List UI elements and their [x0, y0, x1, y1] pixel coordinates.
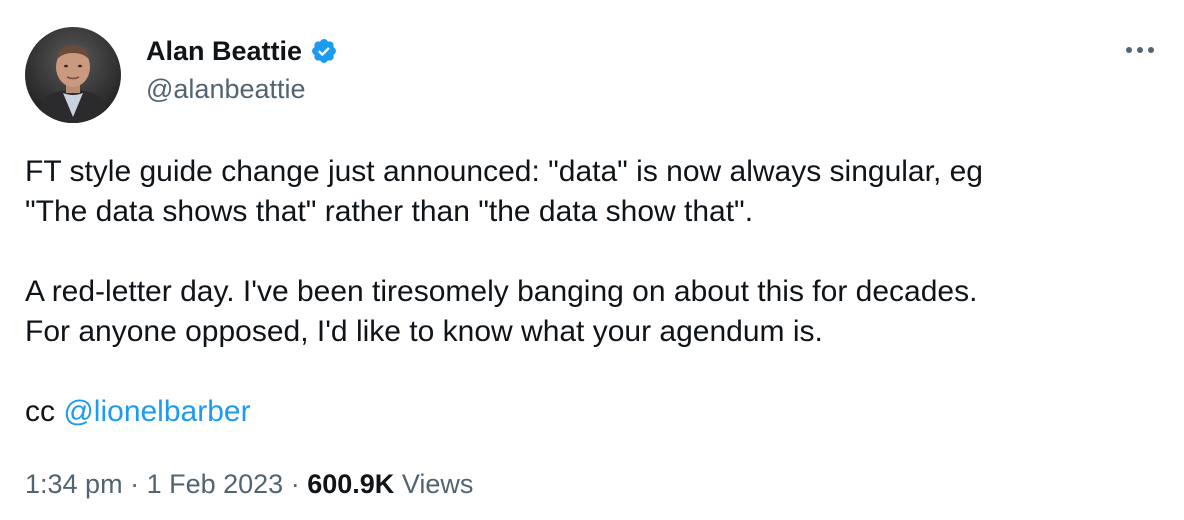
views-count[interactable]: 600.9K — [307, 469, 394, 499]
tweet-line: For anyone opposed, I'd like to know wha… — [25, 315, 823, 348]
author-avatar[interactable] — [25, 27, 121, 123]
mention-link[interactable]: @lionelbarber — [63, 395, 250, 428]
verified-badge-icon[interactable] — [310, 37, 338, 65]
cc-prefix: cc — [25, 395, 64, 428]
avatar-photo — [25, 27, 121, 123]
author-handle[interactable]: @alanbeattie — [146, 74, 338, 105]
tweet-line: FT style guide change just announced: "d… — [25, 155, 983, 188]
tweet-text: FT style guide change just announced: "d… — [25, 152, 1165, 432]
author-name-row: Alan Beattie — [146, 32, 338, 70]
tweet-author: Alan Beattie @alanbeattie — [146, 32, 338, 105]
author-display-name[interactable]: Alan Beattie — [146, 36, 302, 67]
views-label[interactable]: Views — [402, 469, 474, 499]
cc-line: cc @lionelbarber — [25, 392, 1165, 432]
tweet-date[interactable]: 1 Feb 2023 — [147, 469, 284, 499]
meta-separator: · — [130, 469, 140, 499]
more-options-icon[interactable] — [1122, 38, 1158, 62]
tweet-time[interactable]: 1:34 pm — [25, 469, 123, 499]
tweet-line: A red-letter day. I've been tiresomely b… — [25, 275, 978, 308]
tweet-meta: 1:34 pm · 1 Feb 2023 · 600.9K Views — [25, 469, 473, 500]
meta-separator: · — [290, 469, 300, 499]
tweet-line: "The data shows that" rather than "the d… — [25, 195, 754, 228]
